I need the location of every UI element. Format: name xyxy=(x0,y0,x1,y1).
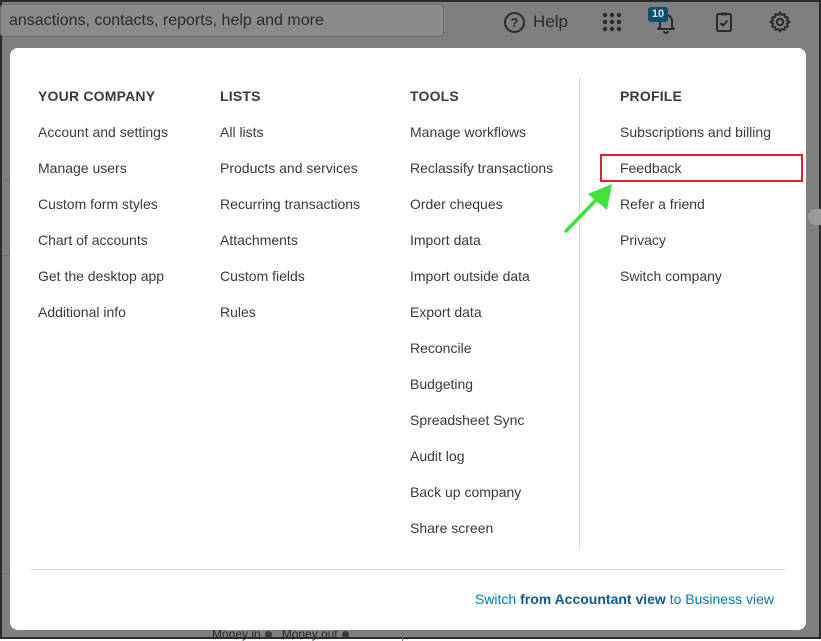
switch-suffix: to Business view xyxy=(665,591,774,607)
lists-heading: LISTS xyxy=(220,88,261,104)
switch-prefix: Switch xyxy=(474,591,521,607)
menu-item-chart-of-accounts[interactable]: Chart of accounts xyxy=(38,232,168,248)
profile-heading: PROFILE xyxy=(620,88,683,104)
menu-item-manage-users[interactable]: Manage users xyxy=(38,160,168,176)
your-company-heading: YOUR COMPANY xyxy=(38,88,156,104)
menu-item-order-cheques[interactable]: Order cheques xyxy=(410,196,553,212)
search-input[interactable]: ansactions, contacts, reports, help and … xyxy=(0,4,444,37)
switch-view-link[interactable]: Switch from Accountant view to Business … xyxy=(475,591,774,607)
menu-item-manage-workflows[interactable]: Manage workflows xyxy=(410,124,553,140)
settings-menu-panel: YOUR COMPANY Account and settings Manage… xyxy=(10,48,806,630)
menu-item-rules[interactable]: Rules xyxy=(220,304,360,320)
menu-item-attachments[interactable]: Attachments xyxy=(220,232,360,248)
menu-item-all-lists[interactable]: All lists xyxy=(220,124,360,140)
help-button[interactable]: ? Help xyxy=(504,11,568,33)
menu-item-refer-a-friend[interactable]: Refer a friend xyxy=(620,196,771,212)
menu-item-custom-fields[interactable]: Custom fields xyxy=(220,268,360,284)
tools-column: TOOLS Manage workflows Reclassify transa… xyxy=(410,88,553,556)
menu-item-share-screen[interactable]: Share screen xyxy=(410,520,553,536)
feedback-highlight-box xyxy=(600,154,803,182)
gear-icon[interactable] xyxy=(768,10,792,34)
lists-column: LISTS All lists Products and services Re… xyxy=(220,88,360,340)
footer-divider xyxy=(30,569,786,570)
help-label: Help xyxy=(533,12,568,31)
menu-item-recurring-transactions[interactable]: Recurring transactions xyxy=(220,196,360,212)
menu-item-reclassify-transactions[interactable]: Reclassify transactions xyxy=(410,160,553,176)
menu-item-get-desktop-app[interactable]: Get the desktop app xyxy=(38,268,168,284)
menu-item-products-and-services[interactable]: Products and services xyxy=(220,160,360,176)
menu-item-switch-company[interactable]: Switch company xyxy=(620,268,771,284)
background-scroll-pill xyxy=(808,209,821,225)
help-icon: ? xyxy=(504,11,525,33)
menu-item-import-outside-data[interactable]: Import outside data xyxy=(410,268,553,284)
menu-item-back-up-company[interactable]: Back up company xyxy=(410,484,553,500)
clipboard-icon[interactable] xyxy=(712,10,736,34)
menu-item-privacy[interactable]: Privacy xyxy=(620,232,771,248)
green-arrow-icon xyxy=(564,184,612,233)
menu-item-custom-form-styles[interactable]: Custom form styles xyxy=(38,196,168,212)
menu-item-audit-log[interactable]: Audit log xyxy=(410,448,553,464)
search-text: ansactions, contacts, reports, help and … xyxy=(9,12,324,29)
money-in-dot xyxy=(264,630,272,638)
notification-badge: 10 xyxy=(648,7,668,22)
apps-grid-icon[interactable] xyxy=(600,10,624,34)
menu-item-budgeting[interactable]: Budgeting xyxy=(410,376,553,392)
profile-column: PROFILE Subscriptions and billing Feedba… xyxy=(620,88,771,304)
menu-item-subscriptions-and-billing[interactable]: Subscriptions and billing xyxy=(620,124,771,140)
menu-item-additional-info[interactable]: Additional info xyxy=(38,304,168,320)
switch-from-view: from Accountant view xyxy=(520,591,666,607)
menu-item-spreadsheet-sync[interactable]: Spreadsheet Sync xyxy=(410,412,553,428)
menu-item-account-and-settings[interactable]: Account and settings xyxy=(38,124,168,140)
menu-item-import-data[interactable]: Import data xyxy=(410,232,553,248)
menu-item-export-data[interactable]: Export data xyxy=(410,304,553,320)
menu-item-reconcile[interactable]: Reconcile xyxy=(410,340,553,356)
money-out-dot xyxy=(341,630,349,638)
column-divider xyxy=(579,77,580,549)
your-company-column: YOUR COMPANY Account and settings Manage… xyxy=(38,88,168,340)
tools-heading: TOOLS xyxy=(410,88,459,104)
